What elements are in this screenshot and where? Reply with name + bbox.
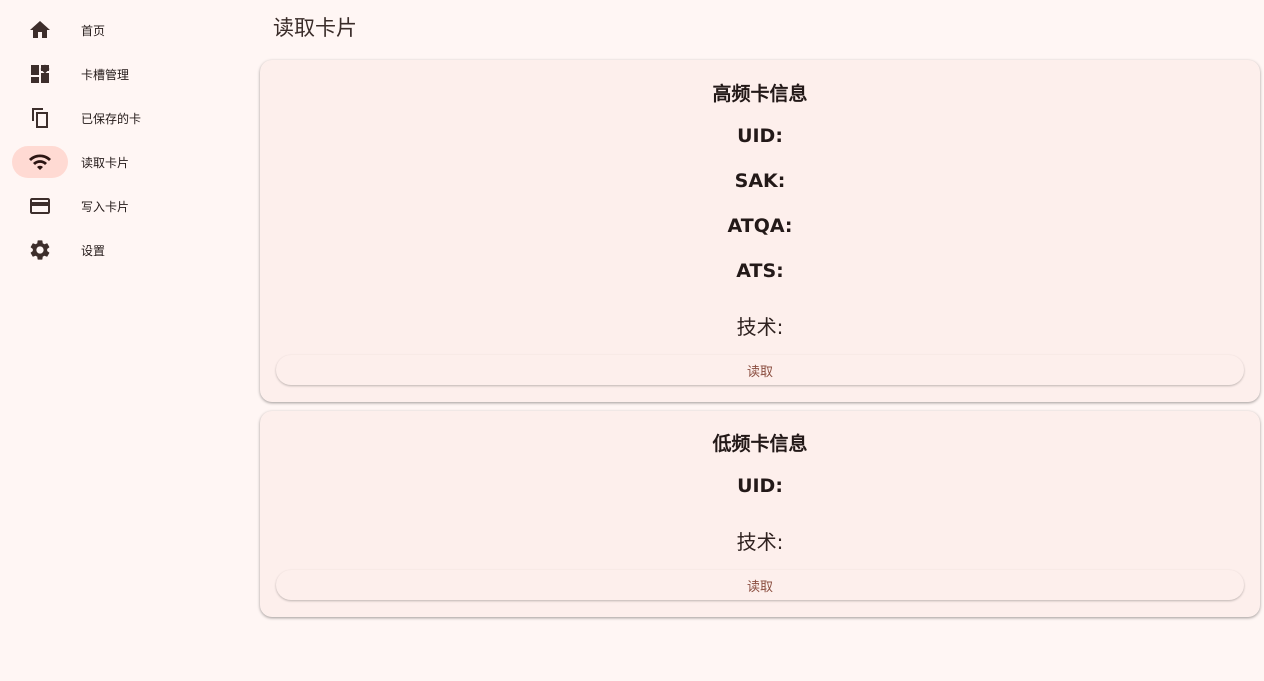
nav-item-settings[interactable]: 设置: [12, 233, 242, 267]
hf-card-title: 高频卡信息: [712, 83, 808, 105]
nav-item-label: 首页: [81, 23, 106, 38]
nav-item-slot-management[interactable]: 卡槽管理: [12, 57, 242, 91]
nav-item-label: 卡槽管理: [81, 67, 130, 82]
page-title: 读取卡片: [273, 16, 357, 40]
hf-read-button[interactable]: 读取: [276, 355, 1244, 385]
wifi-icon: [29, 154, 51, 170]
copy-icon: [32, 108, 48, 128]
dashboard-icon: [31, 64, 50, 83]
nav-item-saved-cards[interactable]: 已保存的卡: [12, 101, 242, 135]
credit-card-icon: [30, 198, 50, 214]
lf-read-button[interactable]: 读取: [276, 570, 1244, 600]
lf-tech-label: 技术:: [736, 530, 784, 554]
home-icon: [30, 21, 50, 38]
hf-sak-label: SAK:: [734, 170, 786, 192]
app-window: 首页 卡槽管理 已保存的卡 读取卡片 写入卡片 设置 读取卡片 高频卡信息 UI…: [0, 0, 1264, 681]
hf-atqa-label: ATQA:: [727, 215, 793, 237]
hf-card-info: 高频卡信息 UID: SAK: ATQA: ATS: 技术: 读取: [260, 60, 1260, 402]
nav-item-read-card[interactable]: 读取卡片: [12, 145, 242, 179]
nav-item-home[interactable]: 首页: [12, 13, 242, 47]
lf-card-info: 低频卡信息 UID: 技术: 读取: [260, 411, 1260, 617]
nav-item-label: 已保存的卡: [81, 111, 142, 126]
hf-uid-label: UID:: [737, 125, 783, 147]
hf-ats-label: ATS:: [736, 260, 784, 282]
lf-uid-label: UID:: [737, 475, 783, 497]
gear-icon: [30, 240, 50, 260]
hf-tech-label: 技术:: [736, 315, 784, 339]
lf-card-title: 低频卡信息: [712, 433, 808, 455]
nav-item-label: 写入卡片: [81, 199, 130, 214]
active-indicator: [12, 146, 68, 178]
navigation-rail: 首页 卡槽管理 已保存的卡 读取卡片 写入卡片 设置: [0, 0, 250, 681]
nav-item-label: 设置: [81, 243, 106, 258]
nav-item-label: 读取卡片: [81, 155, 130, 170]
nav-item-write-card[interactable]: 写入卡片: [12, 189, 242, 223]
